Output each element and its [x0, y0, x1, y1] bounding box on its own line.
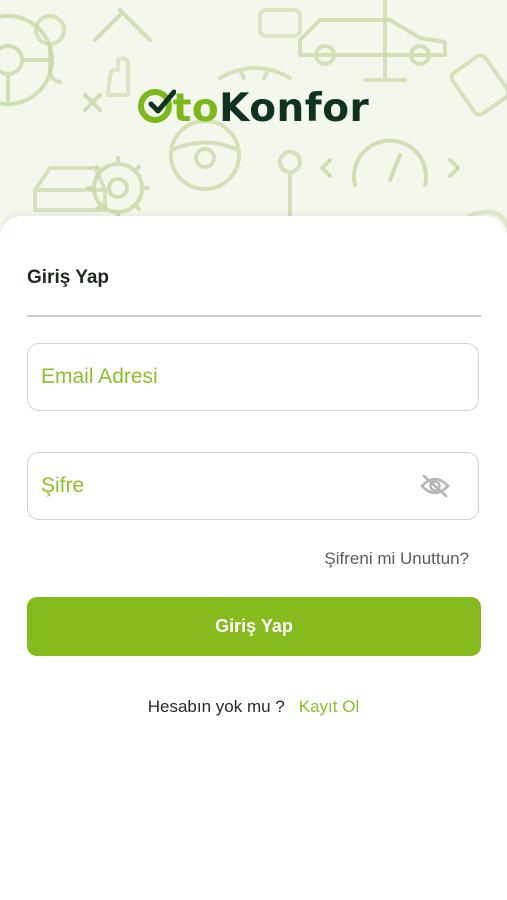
no-account-text: Hesabın yok mu ? [147, 697, 285, 716]
password-field[interactable] [27, 452, 479, 520]
login-button[interactable]: Giriş Yap [27, 597, 481, 656]
password-input[interactable] [41, 453, 421, 519]
car-icon [298, 18, 447, 66]
app-logo: toKonfor [0, 84, 507, 134]
logo-text-konfor: Konfor [219, 86, 370, 131]
tab-underline [27, 315, 481, 317]
eye-off-icon[interactable] [420, 474, 450, 503]
email-field[interactable] [27, 343, 479, 411]
email-input[interactable] [41, 344, 421, 410]
forgot-password-link[interactable]: Şifreni mi Unuttun? [324, 549, 469, 569]
register-row: Hesabın yok mu ? Kayıt Ol [0, 697, 507, 717]
checkmark-icon [137, 89, 176, 123]
header-pattern: toKonfor [0, 0, 507, 240]
login-tab-title: Giriş Yap [27, 267, 110, 288]
login-card: Giriş Yap Şifreni mi Unuttun? Giriş Yap … [0, 216, 507, 900]
logo-text-to: to [172, 86, 220, 131]
register-link[interactable]: Kayıt Ol [299, 697, 359, 716]
speedometer-icon [320, 138, 460, 187]
